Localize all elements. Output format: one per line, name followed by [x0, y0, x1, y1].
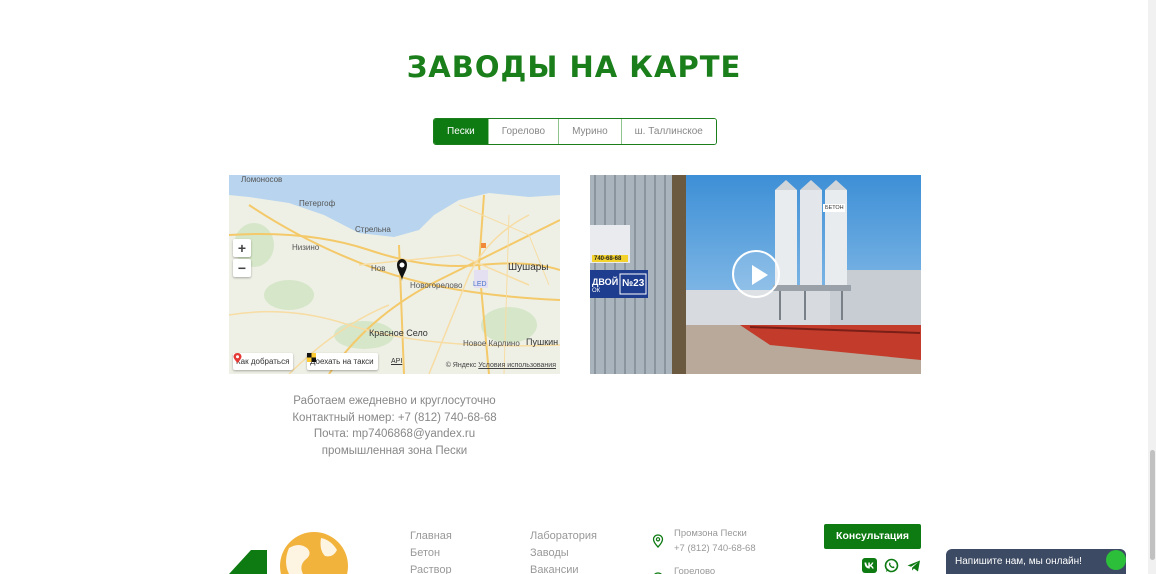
- location-pin-icon: [233, 353, 242, 363]
- map-label-krasnoe-selo: Красное Село: [369, 328, 428, 338]
- footer-contacts: Промзона Пески +7 (812) 740-68-68 Горело…: [652, 526, 756, 574]
- taxi-button[interactable]: Доехать на такси: [307, 353, 378, 370]
- nav-link-mortar[interactable]: Раствор: [410, 562, 452, 574]
- map-label-petergof: Петергоф: [299, 199, 336, 208]
- footer-nav-2: Лаборатория Заводы Вакансии: [530, 528, 597, 574]
- map-label-pushkin: Пушкин: [526, 337, 559, 347]
- taxi-button-label: Доехать на такси: [310, 357, 374, 366]
- info-address: промышленная зона Пески: [321, 444, 468, 457]
- plant-video[interactable]: ДВОЙ ОК №23 740-68-68 БЕТОН: [590, 175, 921, 374]
- taxi-icon: [307, 353, 316, 362]
- sign-sub: ОК: [592, 288, 601, 294]
- contact-gorelovo-title: Горелово: [674, 566, 716, 574]
- map-label-lomonosov: Ломоносов: [241, 175, 283, 184]
- logo-text: EXP: [251, 533, 260, 550]
- scrollbar-thumb[interactable]: [1150, 450, 1155, 560]
- nav-link-laboratory[interactable]: Лаборатория: [530, 528, 597, 545]
- location-pin-icon: [652, 534, 664, 548]
- footer-nav-1: Главная Бетон Раствор: [410, 528, 452, 574]
- plant-info: Работаем ежедневно и круглосуточно Конта…: [229, 393, 560, 459]
- contact-peski-phone[interactable]: +7 (812) 740-68-68: [674, 541, 756, 556]
- section-title: ЗАВОДЫ НА КАРТЕ: [406, 50, 742, 84]
- info-phone: Контактный номер: +7 (812) 740-68-68: [292, 411, 497, 424]
- map-label-novoe-karlino: Новое Карлино: [463, 339, 520, 348]
- map-label-novo: Нов: [371, 264, 386, 273]
- map-label-nizino: Низино: [292, 243, 320, 252]
- whatsapp-icon[interactable]: [884, 558, 899, 573]
- play-icon[interactable]: [732, 250, 780, 298]
- map-label-led: LED: [473, 281, 487, 288]
- silo-label: БЕТОН: [825, 205, 844, 211]
- plant-tabs: Пески Горелово Мурино ш. Таллинское: [433, 118, 717, 145]
- scrollbar-track[interactable]: [1148, 0, 1156, 574]
- map-label-strelna: Стрельна: [355, 225, 391, 234]
- zoom-out-button[interactable]: −: [233, 259, 251, 277]
- contact-peski-title: Промзона Пески: [674, 528, 747, 539]
- chat-widget[interactable]: Напишите нам, мы онлайн!: [946, 549, 1126, 574]
- map-terms-link[interactable]: Условия использования: [478, 362, 556, 369]
- tab-murino[interactable]: Мурино: [558, 119, 621, 144]
- map-label-shushary: Шушары: [508, 262, 549, 273]
- nav-link-vacancies[interactable]: Вакансии: [530, 562, 597, 574]
- sign-phone: 740-68-68: [594, 256, 622, 262]
- tab-tallinskoe[interactable]: ш. Таллинское: [620, 119, 716, 144]
- chat-widget-label: Напишите нам, мы онлайн!: [955, 556, 1082, 567]
- social-links: [862, 558, 921, 573]
- sign-word: ДВОЙ: [592, 277, 619, 287]
- contact-gorelovo: Горелово: [652, 564, 756, 574]
- tab-peski[interactable]: Пески: [434, 119, 488, 144]
- yandex-map[interactable]: + − Ломоносов Петергоф Стрельна Низино Н…: [229, 175, 560, 374]
- vk-icon[interactable]: [862, 558, 877, 573]
- map-copyright: © Яндекс Условия использования: [446, 362, 556, 369]
- map-api-link[interactable]: API: [391, 358, 402, 365]
- consultation-button[interactable]: Консультация: [824, 524, 921, 549]
- info-hours: Работаем ежедневно и круглосуточно: [293, 395, 496, 407]
- nav-link-concrete[interactable]: Бетон: [410, 545, 452, 562]
- globe-logo-icon: [229, 532, 348, 574]
- contact-peski: Промзона Пески +7 (812) 740-68-68: [652, 526, 756, 556]
- footer-logo[interactable]: EXP: [229, 528, 349, 574]
- route-button-label: Как добраться: [236, 357, 290, 366]
- nav-link-home[interactable]: Главная: [410, 528, 452, 545]
- sign-number: №23: [622, 278, 645, 289]
- nav-link-plants[interactable]: Заводы: [530, 545, 597, 562]
- telegram-icon[interactable]: [906, 558, 921, 573]
- chat-online-indicator: [1106, 550, 1126, 570]
- route-button[interactable]: Как добраться: [233, 353, 294, 370]
- info-email: Почта: mp7406868@yandex.ru: [313, 428, 476, 440]
- zoom-in-button[interactable]: +: [233, 239, 251, 257]
- tab-gorelovo[interactable]: Горелово: [487, 119, 559, 144]
- map-copyright-text: © Яндекс: [445, 362, 477, 369]
- map-label-novogorelovo: Новогорелово: [410, 281, 463, 290]
